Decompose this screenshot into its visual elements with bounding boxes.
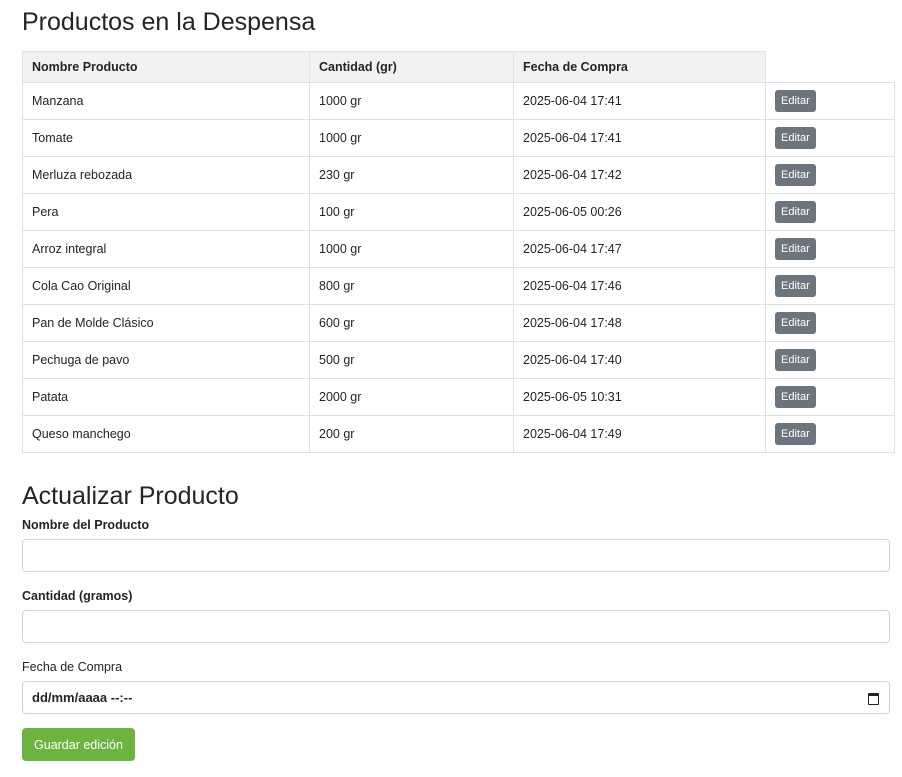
cell-cantidad: 230 gr	[309, 156, 514, 194]
cell-fecha: 2025-06-04 17:40	[513, 341, 766, 379]
name-input[interactable]	[22, 539, 890, 572]
cell-nombre: Pera	[22, 193, 310, 231]
cell-nombre: Patata	[22, 378, 310, 416]
table-row: Tomate 1000 gr 2025-06-04 17:41 Editar	[22, 119, 895, 157]
cell-fecha: 2025-06-04 17:46	[513, 267, 766, 305]
cell-fecha: 2025-06-04 17:47	[513, 230, 766, 268]
table-row: Cola Cao Original 800 gr 2025-06-04 17:46 E…	[22, 267, 895, 305]
date-input[interactable]: dd/mm/aaaa --:--	[22, 681, 890, 714]
qty-input[interactable]	[22, 610, 890, 643]
cell-actions: Editar	[765, 193, 895, 231]
cell-actions: Editar	[765, 230, 895, 268]
cell-nombre: Queso manchego	[22, 415, 310, 453]
header-nombre: Nombre Producto	[22, 51, 310, 83]
edit-button[interactable]: Editar	[775, 275, 816, 297]
date-label: Fecha de Compra	[22, 660, 123, 674]
cell-actions: Editar	[765, 82, 895, 120]
header-cantidad: Cantidad (gr)	[309, 51, 514, 83]
cell-nombre: Pan de Molde Clásico	[22, 304, 310, 342]
cell-fecha: 2025-06-04 17:49	[513, 415, 766, 453]
cell-actions: Editar	[765, 415, 895, 453]
edit-button[interactable]: Editar	[775, 423, 816, 445]
qty-label: Cantidad (gramos)	[22, 589, 133, 603]
cell-actions: Editar	[765, 267, 895, 305]
table-row: Queso manchego 200 gr 2025-06-04 17:49 Edit…	[22, 415, 895, 453]
cell-actions: Editar	[765, 156, 895, 194]
cell-cantidad: 100 gr	[309, 193, 514, 231]
cell-nombre: Arroz integral	[22, 230, 310, 268]
table-row: Manzana 1000 gr 2025-06-04 17:41 Editar	[22, 82, 895, 120]
edit-button[interactable]: Editar	[775, 90, 816, 112]
cell-fecha: 2025-06-05 00:26	[513, 193, 766, 231]
edit-button[interactable]: Editar	[775, 164, 816, 186]
table-header-row: Nombre Producto Cantidad (gr) Fecha de C…	[22, 51, 894, 83]
cell-fecha: 2025-06-05 10:31	[513, 378, 766, 416]
date-placeholder: dd/mm/aaaa --:--	[32, 690, 133, 705]
header-fecha: Fecha de Compra	[513, 51, 766, 83]
cell-cantidad: 800 gr	[309, 267, 514, 305]
cell-actions: Editar	[765, 341, 895, 379]
cell-fecha: 2025-06-04 17:48	[513, 304, 766, 342]
cell-nombre: Tomate	[22, 119, 310, 157]
cell-cantidad: 1000 gr	[309, 230, 514, 268]
cell-cantidad: 600 gr	[309, 304, 514, 342]
cell-cantidad: 200 gr	[309, 415, 514, 453]
name-label: Nombre del Producto	[22, 518, 150, 532]
form-title: Actualizar Producto	[22, 482, 239, 510]
cell-fecha: 2025-06-04 17:42	[513, 156, 766, 194]
cell-nombre: Pechuga de pavo	[22, 341, 310, 379]
edit-button[interactable]: Editar	[775, 386, 816, 408]
table-row: Pechuga de pavo 500 gr 2025-06-04 17:40 Edi…	[22, 341, 895, 379]
products-table: Nombre Producto Cantidad (gr) Fecha de C…	[22, 51, 895, 453]
edit-button[interactable]: Editar	[775, 201, 816, 223]
cell-actions: Editar	[765, 304, 895, 342]
cell-cantidad: 500 gr	[309, 341, 514, 379]
save-button[interactable]: Guardar edición	[22, 728, 135, 761]
cell-nombre: Merluza rebozada	[22, 156, 310, 194]
cell-actions: Editar	[765, 119, 895, 157]
edit-button[interactable]: Editar	[775, 238, 816, 260]
table-row: Pera 100 gr 2025-06-05 00:26 Editar	[22, 193, 895, 231]
cell-cantidad: 2000 gr	[309, 378, 514, 416]
cell-fecha: 2025-06-04 17:41	[513, 119, 766, 157]
page-title: Productos en la Despensa	[22, 8, 316, 36]
edit-button[interactable]: Editar	[775, 349, 816, 371]
cell-nombre: Cola Cao Original	[22, 267, 310, 305]
cell-cantidad: 1000 gr	[309, 119, 514, 157]
table-row: Pan de Molde Clásico 600 gr 2025-06-04 17:…	[22, 304, 895, 342]
edit-button[interactable]: Editar	[775, 312, 816, 334]
table-row: Patata 2000 gr 2025-06-05 10:31 Editar	[22, 378, 895, 416]
cell-nombre: Manzana	[22, 82, 310, 120]
cell-fecha: 2025-06-04 17:41	[513, 82, 766, 120]
cell-cantidad: 1000 gr	[309, 82, 514, 120]
cell-actions: Editar	[765, 378, 895, 416]
header-actions	[765, 51, 894, 83]
table-row: Arroz integral 1000 gr 2025-06-04 17:47 Edi…	[22, 230, 895, 268]
table-row: Merluza rebozada 230 gr 2025-06-04 17:42 Ed…	[22, 156, 895, 194]
calendar-icon[interactable]	[868, 693, 879, 705]
edit-button[interactable]: Editar	[775, 127, 816, 149]
